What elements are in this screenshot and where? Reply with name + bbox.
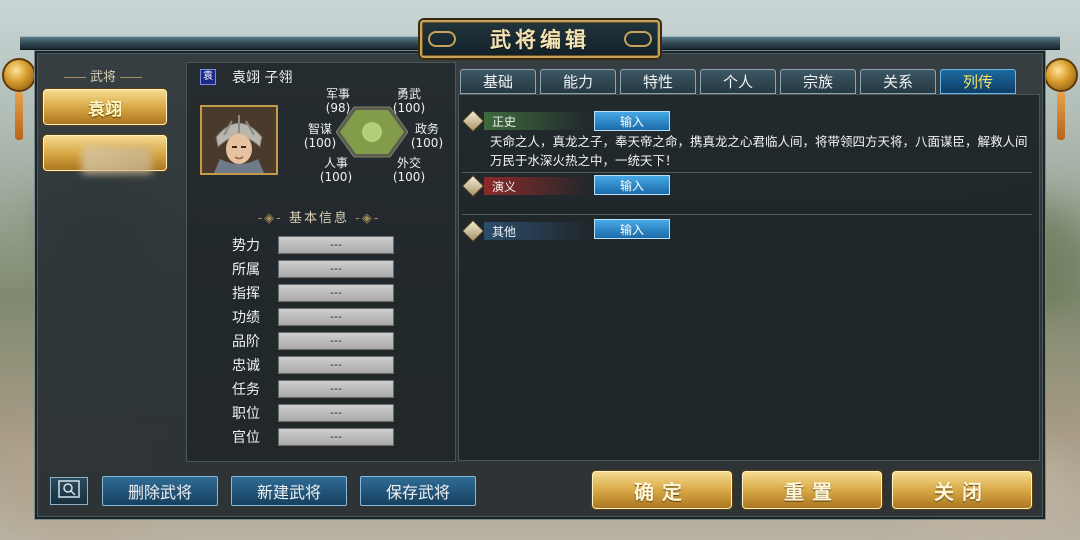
divider — [462, 172, 1032, 173]
stat-diplomacy: 外交 (100) — [392, 156, 426, 184]
info-row-rank: 品阶 --- — [232, 331, 394, 351]
info-value: --- — [278, 284, 394, 302]
section-other: 其他 — [462, 221, 590, 241]
new-general-button[interactable]: 新建武将 — [231, 476, 347, 506]
general-list-item-selected[interactable]: 袁翊 — [42, 88, 168, 126]
right-tassel — [1057, 92, 1065, 140]
title-plate: 武将编辑 — [420, 20, 660, 58]
info-value: --- — [278, 260, 394, 278]
tab-basic[interactable]: 基础 — [460, 69, 536, 94]
info-value: --- — [278, 332, 394, 350]
section-official-history: 正史 — [462, 111, 590, 131]
info-row-affiliation: 所属 --- — [232, 259, 394, 279]
info-row-task: 任务 --- — [232, 379, 394, 399]
left-knob-ornament — [2, 58, 36, 92]
other-input-button[interactable]: 输入 — [594, 219, 670, 239]
info-row-merit: 功绩 --- — [232, 307, 394, 327]
character-name: 袁翊 子翎 — [232, 70, 293, 86]
official-history-text: 天命之人，真龙之子，奉天帝之命，携真龙之心君临人间，将带领四方天将，八面谋臣，解… — [490, 134, 1028, 168]
diamond-icon — [462, 111, 484, 131]
stat-intellect: 智谋 (100) — [303, 122, 337, 150]
close-button[interactable]: 关闭 — [891, 470, 1033, 510]
character-portrait — [200, 105, 278, 175]
stat-military: 军事 (98) — [325, 87, 351, 115]
cloud-ornament-icon — [428, 31, 456, 47]
magnifier-icon — [58, 480, 80, 502]
save-general-button[interactable]: 保存武将 — [360, 476, 476, 506]
search-portrait-button[interactable] — [50, 477, 88, 505]
info-row-faction: 势力 --- — [232, 235, 394, 255]
info-row-command: 指挥 --- — [232, 283, 394, 303]
window-title: 武将编辑 — [490, 28, 590, 52]
romance-input-button[interactable]: 输入 — [594, 175, 670, 195]
cloud-ornament-icon — [624, 31, 652, 47]
tab-biography[interactable]: 列传 — [940, 69, 1016, 94]
confirm-button[interactable]: 确定 — [591, 470, 733, 510]
tab-personal[interactable]: 个人 — [700, 69, 776, 94]
divider — [462, 214, 1032, 215]
info-value: --- — [278, 428, 394, 446]
info-row-position: 职位 --- — [232, 403, 394, 423]
info-row-loyalty: 忠诚 --- — [232, 355, 394, 375]
tab-relations[interactable]: 关系 — [860, 69, 936, 94]
right-knob-ornament — [1044, 58, 1078, 92]
basic-info-title: -◈- 基本信息 -◈- — [257, 211, 381, 226]
info-row-title: 官位 --- — [232, 427, 394, 447]
clan-badge-icon: 袁 — [200, 69, 216, 85]
general-section-label: 武将 — [60, 66, 146, 85]
section-romance: 演义 — [462, 176, 590, 196]
info-value: --- — [278, 404, 394, 422]
blurred-name — [82, 146, 152, 174]
left-tassel — [15, 92, 23, 140]
general-name-label: 袁翊 — [88, 99, 122, 120]
tab-traits[interactable]: 特性 — [620, 69, 696, 94]
info-value: --- — [278, 308, 394, 326]
reset-button[interactable]: 重置 — [741, 470, 883, 510]
stat-personnel: 人事 (100) — [319, 156, 353, 184]
info-value: --- — [278, 380, 394, 398]
diamond-icon — [462, 221, 484, 241]
diamond-icon — [462, 176, 484, 196]
info-value: --- — [278, 236, 394, 254]
stat-politics: 政务 (100) — [410, 122, 444, 150]
delete-general-button[interactable]: 删除武将 — [102, 476, 218, 506]
tab-ability[interactable]: 能力 — [540, 69, 616, 94]
stat-valor: 勇武 (100) — [392, 87, 426, 115]
tab-clan[interactable]: 宗族 — [780, 69, 856, 94]
official-history-input-button[interactable]: 输入 — [594, 111, 670, 131]
info-value: --- — [278, 356, 394, 374]
